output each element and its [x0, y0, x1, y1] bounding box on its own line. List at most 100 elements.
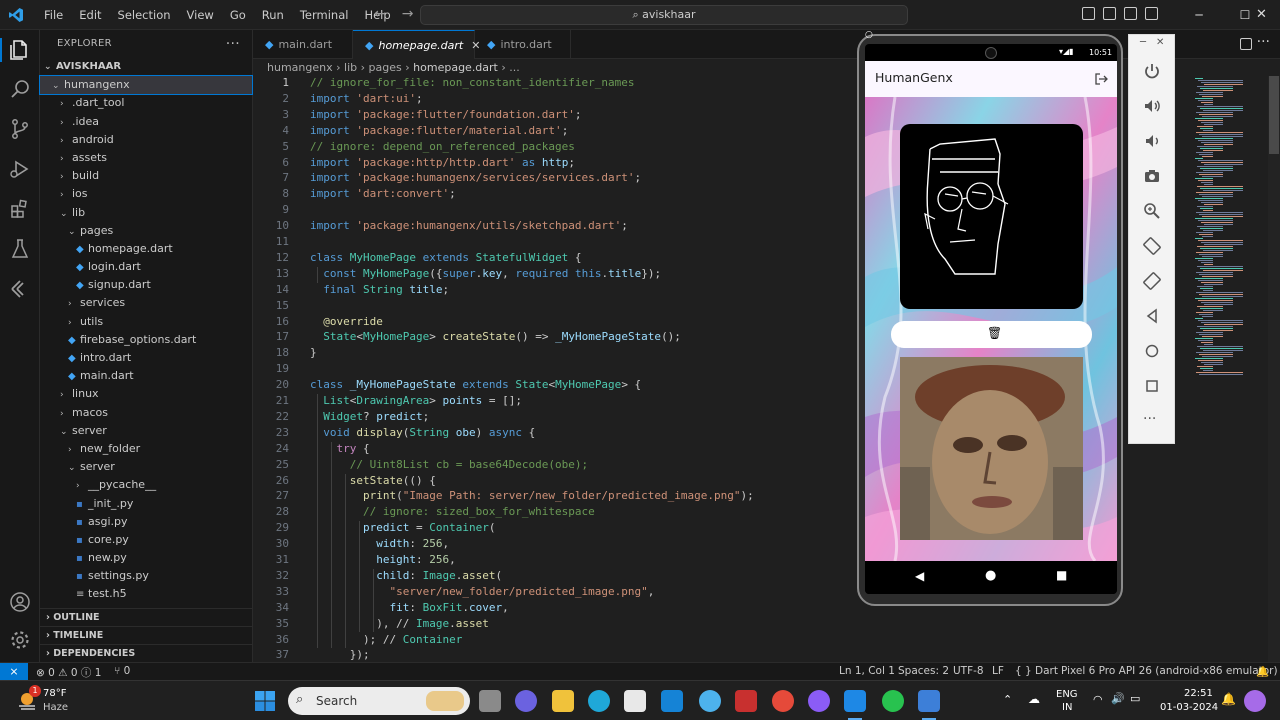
indentation[interactable]: Spaces: 2 [898, 665, 949, 677]
tree-item[interactable]: ⌄ pages [40, 222, 252, 240]
toggle-panel-icon[interactable] [1103, 7, 1116, 20]
flutter-remote-icon[interactable] [8, 277, 32, 301]
breadcrumb-item[interactable]: humangenx [267, 61, 333, 74]
breadcrumb-item[interactable]: ... [509, 61, 520, 74]
tree-item[interactable]: › ios [40, 185, 252, 203]
volume-down-icon[interactable] [1142, 131, 1162, 151]
tree-item[interactable]: › android [40, 131, 252, 149]
copilot-icon[interactable] [1244, 690, 1266, 712]
menu-item-view[interactable]: View [179, 8, 222, 22]
menu-item-edit[interactable]: Edit [71, 8, 109, 22]
show-hidden-icons[interactable]: ⌃ [1003, 694, 1012, 706]
tree-item[interactable]: ▪ core.py [40, 531, 252, 549]
forward-arrow-icon[interactable]: → [402, 6, 414, 22]
tree-item[interactable]: ⌄ server [40, 422, 252, 440]
remote-indicator-icon[interactable]: ⨯ [0, 663, 28, 681]
microsoft-store-icon[interactable] [624, 690, 646, 712]
tree-item[interactable]: ◆ intro.dart [40, 349, 252, 367]
notification-bell-icon[interactable]: 🔔 [1221, 693, 1236, 705]
tree-item[interactable]: ▪ _init_.py [40, 495, 252, 513]
section-timeline[interactable]: › TIMELINE [40, 626, 253, 644]
tab-homepage-dart[interactable]: ◆ homepage.dart ✕ [353, 30, 480, 59]
device-selector[interactable]: Pixel 6 Pro API 26 (android-x86 emulator… [1061, 665, 1278, 677]
rotate-left-icon[interactable] [1142, 236, 1162, 256]
task-view-icon[interactable] [479, 690, 501, 712]
customize-layout-icon[interactable] [1145, 7, 1158, 20]
volume-icon[interactable]: 🔊 [1111, 693, 1125, 705]
weather-widget[interactable]: 1 [16, 685, 41, 713]
edge-browser-icon[interactable] [588, 690, 610, 712]
tree-item[interactable]: ≡ test.h5 [40, 585, 252, 603]
split-editor-icon[interactable] [1240, 38, 1252, 50]
github-desktop-icon[interactable] [808, 690, 830, 712]
battery-icon[interactable]: ▭ [1130, 693, 1140, 705]
logout-icon[interactable] [1094, 72, 1108, 86]
line-ending[interactable]: LF [992, 665, 1004, 677]
command-center-search[interactable]: ⌕ aviskhaar [420, 5, 908, 25]
rotate-right-icon[interactable] [1142, 271, 1162, 291]
menu-item-file[interactable]: File [36, 8, 71, 22]
explorer-files-icon[interactable] [8, 38, 32, 62]
menu-item-terminal[interactable]: Terminal [292, 8, 357, 22]
section-outline[interactable]: › OUTLINE [40, 608, 253, 626]
testing-flask-icon[interactable] [8, 237, 32, 261]
cursor-position[interactable]: Ln 1, Col 1 [839, 665, 895, 677]
security-shield-icon[interactable] [735, 690, 757, 712]
tree-item[interactable]: ◆ main.dart [40, 367, 252, 385]
code-line[interactable]: 37 }); [253, 648, 1113, 662]
tree-item[interactable]: › .idea [40, 113, 252, 131]
notifications-bell-icon[interactable]: 🔔 [1256, 665, 1269, 678]
code-line[interactable]: 36 ); // Container [253, 633, 1113, 649]
tree-item[interactable]: › macos [40, 404, 252, 422]
tree-item[interactable]: ◆ firebase_options.dart [40, 331, 252, 349]
home-circle-icon[interactable] [1142, 341, 1162, 361]
toggle-primary-sidebar-icon[interactable] [1082, 7, 1095, 20]
tree-item[interactable]: › __pycache__ [40, 476, 252, 494]
section-dependencies[interactable]: › DEPENDENCIES [40, 644, 253, 662]
tree-item[interactable]: ◆ signup.dart [40, 276, 252, 294]
minimize-emulator-icon[interactable]: ─ [1140, 37, 1146, 48]
more-actions-icon[interactable]: ··· [1257, 34, 1270, 50]
chrome-browser-icon[interactable] [772, 690, 794, 712]
taskbar-search[interactable]: ⌕ Search [288, 687, 470, 715]
language-mode[interactable]: { } Dart [1015, 665, 1058, 677]
encoding[interactable]: UTF-8 [953, 665, 984, 677]
scrollbar-thumb[interactable] [1269, 76, 1279, 154]
wifi-icon[interactable]: ◠ [1093, 694, 1103, 706]
code-line[interactable]: 35 ), // Image.asset [253, 617, 1113, 633]
camera-screenshot-icon[interactable] [1142, 166, 1162, 186]
menu-item-run[interactable]: Run [254, 8, 292, 22]
tab-main-dart[interactable]: ◆ main.dart [253, 30, 353, 59]
power-icon[interactable] [1142, 61, 1162, 81]
file-explorer-icon[interactable] [552, 690, 574, 712]
vscode-taskbar-icon[interactable] [844, 690, 866, 712]
nav-back-icon[interactable]: ◀ [915, 569, 924, 583]
clear-button[interactable]: 🗑 [891, 321, 1092, 348]
tree-item[interactable]: ▪ asgi.py [40, 513, 252, 531]
zoom-icon[interactable] [1142, 201, 1162, 221]
manage-gear-icon[interactable] [8, 628, 32, 652]
tree-item[interactable]: ▪ settings.py [40, 567, 252, 585]
more-options-icon[interactable]: ··· [1143, 411, 1156, 427]
close-window-icon[interactable]: ✕ [1256, 7, 1267, 22]
editor-scrollbar[interactable] [1268, 76, 1280, 662]
back-triangle-icon[interactable] [1142, 306, 1162, 326]
extensions-icon[interactable] [8, 197, 32, 221]
taskbar-date[interactable]: 01-03-2024 [1160, 702, 1218, 714]
nav-recents-icon[interactable]: ■ [1056, 568, 1067, 582]
tab-intro-dart[interactable]: ◆ intro.dart [475, 30, 571, 59]
tree-item[interactable]: › assets [40, 149, 252, 167]
onedrive-cloud-icon[interactable]: ☁ [1028, 693, 1040, 705]
phone-screen[interactable]: ▾◢▮ 10:51 HumanGenx 🗑 ◀ ● ■ [865, 44, 1117, 594]
minimap[interactable] [1193, 76, 1273, 376]
toggle-secondary-sidebar-icon[interactable] [1124, 7, 1137, 20]
tree-item[interactable]: ◆ login.dart [40, 258, 252, 276]
tree-item[interactable]: ⌄ lib [40, 204, 252, 222]
volume-up-icon[interactable] [1142, 96, 1162, 116]
tree-item[interactable]: › build [40, 167, 252, 185]
overview-square-icon[interactable] [1142, 376, 1162, 396]
tree-item[interactable]: › utils [40, 313, 252, 331]
menu-item-go[interactable]: Go [222, 8, 254, 22]
breadcrumb-item[interactable]: homepage.dart [413, 61, 498, 74]
tree-item[interactable]: ◆ homepage.dart [40, 240, 252, 258]
